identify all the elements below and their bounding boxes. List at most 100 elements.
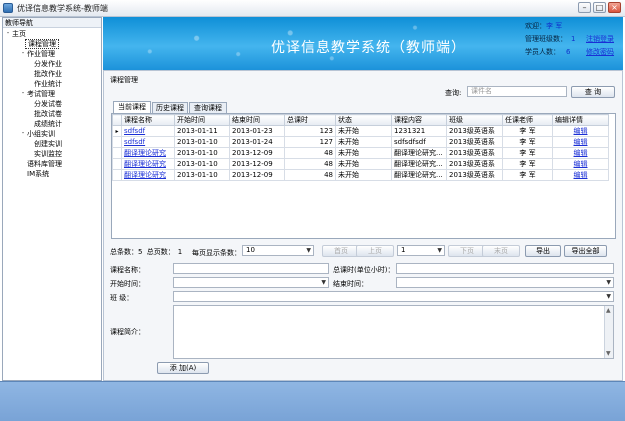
edit-link[interactable]: 编辑 [574,138,588,146]
tree-collapse-icon[interactable]: - [20,89,26,97]
course-name-link[interactable]: sdfsdf [124,138,145,146]
column-header[interactable]: 课程内容 [391,114,447,126]
scroll-down-icon[interactable]: ▼ [606,350,611,357]
end-time-picker[interactable]: ▼ [396,277,614,288]
nav-item[interactable]: 分发作业 [34,59,62,69]
row-header[interactable] [112,158,122,170]
course-name-link[interactable]: sdfsdf [124,127,145,135]
next-page-button[interactable]: 下页 [448,245,486,257]
course-name-input[interactable] [173,263,329,274]
intro-textarea[interactable]: ▲ ▼ [173,305,614,359]
nav-item[interactable]: 批改试卷 [34,109,62,119]
cell-hours[interactable]: 48 [284,147,336,159]
class-select[interactable]: ▼ [173,291,614,302]
nav-item[interactable]: 考试管理 [27,89,55,99]
nav-item[interactable]: 实训监控 [34,149,62,159]
course-name-link[interactable]: 翻译理论研究 [124,171,166,179]
cell-start[interactable]: 2013-01-11 [174,125,230,137]
cell-class[interactable]: 2013级英语系 [446,169,503,181]
cell-status[interactable]: 未开始 [335,125,392,137]
cell-start[interactable]: 2013-01-10 [174,136,230,148]
cell-status[interactable]: 未开始 [335,158,392,170]
export-button[interactable]: 导出 [525,245,561,257]
nav-item[interactable]: 作业统计 [34,79,62,89]
export-all-button[interactable]: 导出全部 [564,245,607,257]
edit-link[interactable]: 编辑 [574,171,588,179]
cell-start[interactable]: 2013-01-10 [174,158,230,170]
cell-end[interactable]: 2013-12-09 [229,147,285,159]
edit-link[interactable]: 编辑 [574,127,588,135]
cell-teacher[interactable]: 李 军 [502,158,553,170]
table-row[interactable]: 翻译理论研究 2013-01-10 2013-12-09 48 未开始 翻译理论研究...… [112,158,609,170]
nav-item[interactable]: 创建实训 [34,139,62,149]
nav-item[interactable]: 成绩统计 [34,119,62,129]
close-button[interactable]: × [608,2,621,13]
first-page-button[interactable]: 首页 [322,245,360,257]
row-header[interactable] [112,169,122,181]
course-name-link[interactable]: 翻译理论研究 [124,149,166,157]
column-header[interactable]: 开始时间 [174,114,230,126]
tab-history-courses[interactable]: 历史课程 [152,102,188,113]
table-row[interactable]: 翻译理论研究 2013-01-10 2013-12-09 48 未开始 翻译理论研究...… [112,169,609,181]
table-row[interactable]: ▸ sdfsdf 2013-01-11 2013-01-23 123 未开始 1231321… [112,125,609,137]
nav-item[interactable]: 课程管理 [25,39,59,49]
cell-start[interactable]: 2013-01-10 [174,169,230,181]
cell-content[interactable]: sdfsdfsdf [391,136,447,148]
last-page-button[interactable]: 末页 [482,245,520,257]
cell-end[interactable]: 2013-01-23 [229,125,285,137]
cell-teacher[interactable]: 李 军 [502,147,553,159]
cell-class[interactable]: 2013级英语系 [446,125,503,137]
cell-class[interactable]: 2013级英语系 [446,158,503,170]
column-header[interactable]: 状态 [335,114,392,126]
column-header[interactable]: 课程名称 [121,114,175,126]
nav-item[interactable]: IM系统 [27,169,49,179]
logout-link[interactable]: 注销登录 [586,34,614,44]
cell-content[interactable]: 翻译理论研究... [391,169,447,181]
intro-scrollbar[interactable]: ▲ ▼ [604,306,613,358]
page-select[interactable]: 1 ▼ [397,245,445,256]
nav-item[interactable]: 语料库管理 [27,159,62,169]
tree-collapse-icon[interactable]: - [20,129,26,137]
nav-item[interactable]: 小组实训 [27,129,55,139]
cell-class[interactable]: 2013级英语系 [446,147,503,159]
cell-class[interactable]: 2013级英语系 [446,136,503,148]
scroll-up-icon[interactable]: ▲ [606,307,611,314]
cell-status[interactable]: 未开始 [335,169,392,181]
start-time-picker[interactable]: ▼ [173,277,329,288]
column-header[interactable]: 总课时 [284,114,336,126]
row-header[interactable] [112,136,122,148]
edit-link[interactable]: 编辑 [574,149,588,157]
search-button[interactable]: 查 询 [571,86,615,98]
per-page-select[interactable]: 10 ▼ [242,245,314,256]
cell-hours[interactable]: 48 [284,158,336,170]
cell-hours[interactable]: 48 [284,169,336,181]
tree-collapse-icon[interactable]: - [5,29,11,37]
cell-teacher[interactable]: 李 军 [502,125,553,137]
cell-end[interactable]: 2013-12-09 [229,158,285,170]
cell-teacher[interactable]: 李 军 [502,136,553,148]
row-header[interactable]: ▸ [112,125,122,137]
cell-content[interactable]: 翻译理论研究... [391,158,447,170]
nav-item[interactable]: 作业管理 [27,49,55,59]
cell-teacher[interactable]: 李 军 [502,169,553,181]
tab-current-courses[interactable]: 当前课程 [113,101,151,113]
edit-link[interactable]: 编辑 [574,160,588,168]
table-row[interactable]: sdfsdf 2013-01-10 2013-01-24 127 未开始 sdfsdfsd… [112,136,609,148]
cell-start[interactable]: 2013-01-10 [174,147,230,159]
table-row[interactable]: 翻译理论研究 2013-01-10 2013-12-09 48 未开始 翻译理论研究...… [112,147,609,159]
column-header[interactable]: 结束时间 [229,114,285,126]
cell-content[interactable]: 翻译理论研究... [391,147,447,159]
cell-hours[interactable]: 127 [284,136,336,148]
nav-item[interactable]: 主页 [12,29,26,39]
total-hours-input[interactable] [396,263,614,274]
prev-page-button[interactable]: 上页 [356,245,394,257]
tab-query-courses[interactable]: 查询课程 [189,102,227,113]
change-password-link[interactable]: 修改密码 [586,47,614,57]
cell-status[interactable]: 未开始 [335,147,392,159]
course-name-link[interactable]: 翻译理论研究 [124,160,166,168]
nav-item[interactable]: 批改作业 [34,69,62,79]
cell-status[interactable]: 未开始 [335,136,392,148]
column-header[interactable]: 任课老师 [502,114,553,126]
nav-item[interactable]: 分发试卷 [34,99,62,109]
add-button[interactable]: 添 加(A) [157,362,209,374]
